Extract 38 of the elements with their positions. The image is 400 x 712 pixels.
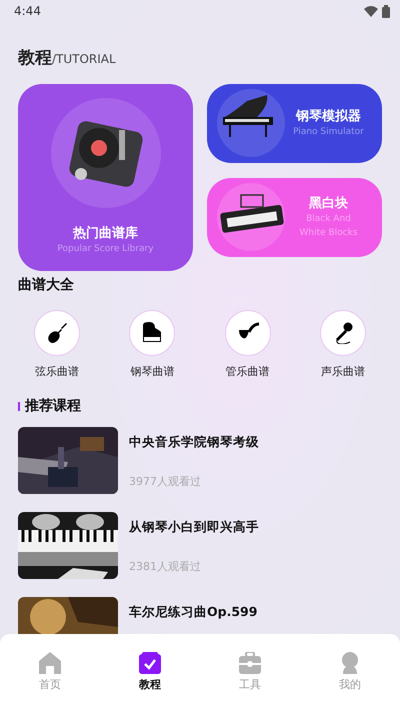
battery-icon: [382, 4, 390, 18]
card-title: 黑白块: [308, 194, 349, 213]
category-button[interactable]: [224, 310, 271, 356]
status-time: 4:44: [14, 3, 41, 20]
piano-icon: [217, 89, 285, 157]
feature-card[interactable]: 热门曲谱库 Popular Score Library: [18, 84, 193, 270]
page-title: 教程: [18, 47, 52, 70]
view-count: 2381人观看过: [129, 558, 202, 574]
keyboard-icon: [217, 183, 285, 251]
category-label: 声乐曲谱: [320, 364, 365, 380]
wifi-icon: [364, 6, 378, 16]
section-title: 推荐课程: [25, 397, 81, 416]
feature-card[interactable]: 钢琴模拟器 Piano Simulator: [207, 84, 382, 162]
course-title[interactable]: 车尔尼练习曲Op.599: [129, 603, 258, 622]
card-title: 热门曲谱库: [72, 224, 139, 242]
turntable-icon: [50, 98, 160, 208]
card-title: 钢琴模拟器: [294, 108, 362, 126]
course-title[interactable]: 中央音乐学院钢琴考级: [129, 433, 259, 452]
card-subtitle: Black And White Blocks: [298, 213, 359, 240]
category-label: 管乐曲谱: [226, 364, 270, 380]
card-subtitle: Piano Simulator: [292, 126, 364, 139]
view-count: 3977人观看过: [129, 474, 202, 490]
category-button[interactable]: [320, 310, 366, 356]
nav-tab[interactable]: 教程: [100, 652, 200, 712]
course-title[interactable]: 从钢琴小白到即兴高手: [129, 518, 259, 537]
person-icon: [339, 652, 361, 674]
section-marker: [18, 402, 20, 411]
toolbox-icon: [239, 652, 261, 674]
category-button[interactable]: [129, 310, 176, 356]
category-label: 钢琴曲谱: [130, 364, 174, 380]
checklist-icon: [139, 652, 161, 674]
card-subtitle: Popular Score Library: [57, 243, 154, 256]
category-label: 弦乐曲谱: [35, 364, 79, 380]
page-subtitle: /TUTORIAL: [52, 51, 116, 68]
category-button[interactable]: [34, 310, 80, 356]
piano-icon: [141, 322, 164, 344]
home-icon: [39, 652, 61, 674]
section-title: 曲谱大全: [18, 276, 74, 294]
